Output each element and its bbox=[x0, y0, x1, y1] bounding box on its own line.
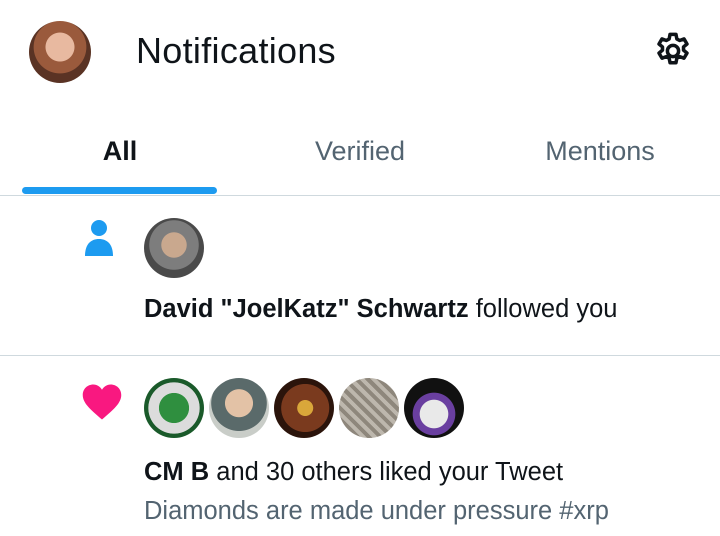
tab-all[interactable]: All bbox=[0, 105, 240, 195]
avatar[interactable] bbox=[404, 378, 464, 438]
active-tab-indicator bbox=[22, 187, 217, 194]
gear-icon[interactable] bbox=[652, 30, 694, 72]
avatar[interactable] bbox=[209, 378, 269, 438]
notification-follow[interactable]: David "JoelKatz" Schwartz followed you bbox=[0, 195, 720, 356]
person-icon bbox=[83, 218, 115, 258]
notification-text: David "JoelKatz" Schwartz followed you bbox=[144, 292, 617, 326]
tab-bar: All Verified Mentions bbox=[0, 105, 720, 196]
notification-action: and 30 others liked your Tweet bbox=[209, 458, 564, 486]
tab-verified[interactable]: Verified bbox=[240, 105, 480, 195]
tab-mentions[interactable]: Mentions bbox=[480, 105, 720, 195]
avatar[interactable] bbox=[339, 378, 399, 438]
actor-name[interactable]: CM B bbox=[144, 458, 209, 486]
avatar[interactable] bbox=[274, 378, 334, 438]
notification-text: CM B and 30 others liked your Tweet bbox=[144, 455, 563, 489]
heart-icon bbox=[81, 382, 123, 422]
avatar[interactable] bbox=[144, 378, 204, 438]
actor-name[interactable]: David "JoelKatz" Schwartz bbox=[144, 295, 469, 323]
page-title: Notifications bbox=[136, 30, 336, 71]
liked-tweet-text: Diamonds are made under pressure #xrp bbox=[144, 497, 609, 525]
header: Notifications bbox=[0, 0, 720, 105]
notification-action: followed you bbox=[468, 295, 618, 323]
avatar[interactable] bbox=[144, 218, 204, 278]
profile-avatar[interactable] bbox=[29, 21, 91, 83]
notification-like[interactable]: CM B and 30 others liked your Tweet Diam… bbox=[0, 356, 720, 536]
